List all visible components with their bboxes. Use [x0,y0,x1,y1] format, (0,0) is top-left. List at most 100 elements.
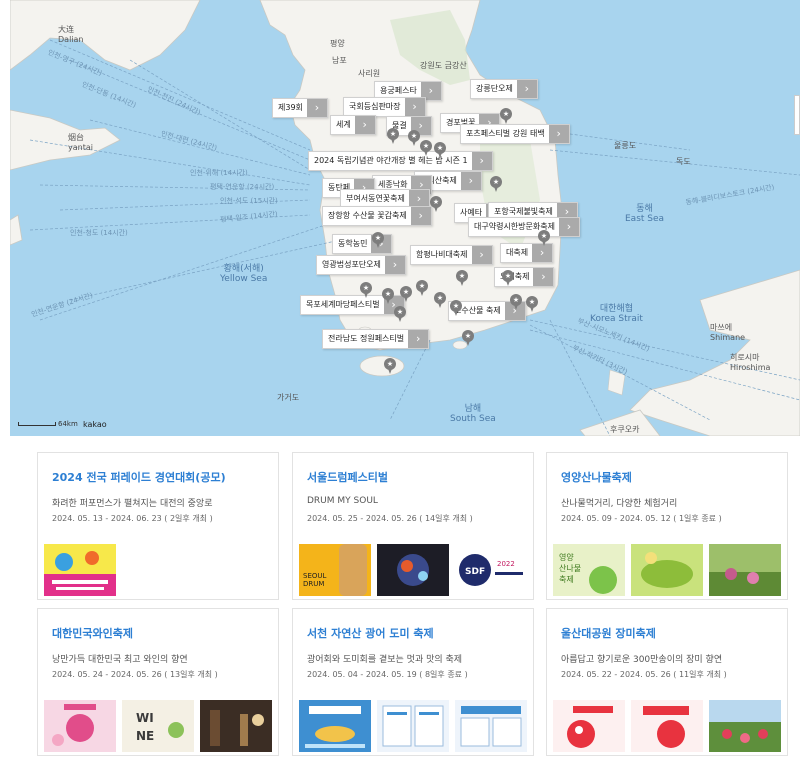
festival-label[interactable]: 2024 독립기념관 야간개장 별 헤는 밤 시즌 1 › [308,151,493,171]
marker-star-icon[interactable]: ★ [430,196,442,212]
card-title[interactable]: 서천 자연산 광어 도미 축제 [307,625,434,641]
chevron-right-icon[interactable]: › [471,246,492,264]
city-fukuoka: 후쿠오카Fukuoka [610,425,643,436]
festival-card[interactable]: 2024 전국 퍼레이드 경연대회(공모) 화려한 퍼포먼스가 펼쳐지는 대전의… [37,452,279,600]
island-dokdo: 독도 [676,157,691,166]
card-dates: 2024. 05. 25 - 2024. 05. 26 ( 14일후 개최 ) [307,514,473,523]
chevron-right-icon[interactable]: › [460,172,481,190]
festival-label[interactable]: 포츠페스티벌 강원 태백 › [460,124,570,144]
marker-star-icon[interactable]: ★ [434,292,446,308]
kakao-logo: kakao [83,420,107,429]
marker-star-icon[interactable]: ★ [360,282,372,298]
sea-south: 남해 South Sea [450,404,496,424]
festival-photo-image[interactable] [200,700,272,752]
festival-info-image[interactable] [455,700,527,752]
svg-text:NE: NE [136,729,154,743]
marker-star-icon[interactable]: ★ [538,230,550,246]
marker-star-icon[interactable]: ★ [502,270,514,286]
card-description: 아름답고 향기로운 300만송이의 장미 향연 [561,655,723,665]
festival-label[interactable]: 대축제 › [500,243,554,263]
chevron-right-icon[interactable]: › [548,125,569,143]
chevron-right-icon[interactable]: › [471,152,492,170]
festival-map[interactable]: 大连 Dalian 烟台 yantai 평양 남포 사리원 강원도 금강산 황해(서… [10,0,800,436]
marker-star-icon[interactable]: ★ [510,294,522,310]
region-gangwon-n: 강원도 금강산 [420,61,467,70]
festival-poster-image[interactable] [553,700,625,752]
festival-card[interactable]: 대한민국와인축제 낭만가득 대한민국 최고 와인의 향연 2024. 05. 2… [37,608,279,756]
festival-info-image[interactable] [377,700,449,752]
festival-poster-image[interactable] [631,700,703,752]
festival-card-list: 2024 전국 퍼레이드 경연대회(공모) 화려한 퍼포먼스가 펼쳐지는 대전의… [10,436,800,760]
festival-poster-image[interactable]: WI NE [122,700,194,752]
island-geomundo: 가거도 [277,393,300,402]
festival-label[interactable]: 영광법성포단오제 › [316,255,406,275]
festival-card[interactable]: 서울드럼페스티벌 DRUM MY SOUL 2024. 05. 25 - 202… [292,452,534,600]
festival-poster-image[interactable] [44,544,116,596]
card-dates: 2024. 05. 13 - 2024. 06. 23 ( 2일후 개최 ) [52,514,213,523]
festival-poster-image[interactable]: SEOUL DRUM [299,544,371,596]
svg-text:WI: WI [136,711,154,725]
sea-korea-strait: 대한해협 Korea Strait [590,304,643,324]
marker-star-icon[interactable]: ★ [382,288,394,304]
chevron-right-icon[interactable]: › [533,268,554,286]
festival-photo-image[interactable] [709,544,781,596]
card-title[interactable]: 영양산나물축제 [561,469,632,485]
festival-photo-image[interactable] [709,700,781,752]
festival-label[interactable]: 제39회 › [272,98,328,118]
marker-star-icon[interactable]: ★ [408,130,420,146]
festival-poster-image[interactable] [299,700,371,752]
chevron-right-icon[interactable]: › [354,116,375,134]
festival-card[interactable]: 영양산나물축제 산나물먹거리, 다양한 체험거리 2024. 05. 09 - … [546,452,788,600]
marker-star-icon[interactable]: ★ [490,176,502,192]
festival-label[interactable]: 세계 › [330,115,376,135]
card-dates: 2024. 05. 04 - 2024. 05. 19 ( 8일후 종료 ) [307,670,468,679]
marker-star-icon[interactable]: ★ [416,280,428,296]
sea-east: 동해 East Sea [625,204,665,224]
festival-poster-image[interactable]: 영양 산나물 축제 [553,544,625,596]
chevron-right-icon[interactable]: › [532,244,553,262]
zoom-control[interactable] [794,95,800,135]
card-title[interactable]: 울산대공원 장미축제 [561,625,656,641]
card-description: 산나물먹거리, 다양한 체험거리 [561,499,678,509]
festival-poster-image[interactable] [377,544,449,596]
marker-star-icon[interactable]: ★ [450,300,462,316]
festival-label[interactable]: 전라남도 정원페스티벌 › [322,329,430,349]
festival-card[interactable]: 서천 자연산 광어 도미 축제 광어회와 도미회를 곁보는 멋과 맛의 축제 2… [292,608,534,756]
card-dates: 2024. 05. 09 - 2024. 05. 12 ( 1일후 종료 ) [561,514,722,523]
festival-label[interactable]: 장항항 수산물 꽃갑축제 › [322,206,432,226]
festival-label[interactable]: 대구약령시한방문화축제 › [468,217,580,237]
marker-star-icon[interactable]: ★ [384,358,396,374]
festival-label[interactable]: 강릉단오제 › [470,79,538,99]
festival-poster-image[interactable] [631,544,703,596]
marker-star-icon[interactable]: ★ [500,108,512,124]
marker-star-icon[interactable]: ★ [372,232,384,248]
chevron-right-icon[interactable]: › [516,80,537,98]
chevron-right-icon[interactable]: › [410,207,431,225]
card-title[interactable]: 2024 전국 퍼레이드 경연대회(공모) [52,469,226,485]
chevron-right-icon[interactable]: › [306,99,327,117]
chevron-right-icon[interactable]: › [404,98,425,116]
chevron-right-icon[interactable]: › [384,256,405,274]
marker-star-icon[interactable]: ★ [456,270,468,286]
festival-label[interactable]: 함평나비대축제 › [410,245,493,265]
chevron-right-icon[interactable]: › [408,330,429,348]
marker-star-icon[interactable]: ★ [387,128,399,144]
card-title[interactable]: 대한민국와인축제 [52,625,133,641]
marker-star-icon[interactable]: ★ [526,296,538,312]
festival-poster-image[interactable] [44,700,116,752]
festival-label[interactable]: 국회등심판마장 › [343,97,426,117]
festival-poster-image[interactable]: SDF 2022 [455,544,527,596]
marker-star-icon[interactable]: ★ [434,142,446,158]
sea-yellow: 황해(서해) Yellow Sea [220,264,268,284]
route-label: 인천-청도 (14시간) [70,229,128,237]
festival-card[interactable]: 울산대공원 장미축제 아름답고 향기로운 300만송이의 장미 향연 2024.… [546,608,788,756]
marker-star-icon[interactable]: ★ [462,330,474,346]
city-sariwon: 사리원 [358,69,381,78]
chevron-right-icon[interactable]: › [558,218,579,236]
card-title[interactable]: 서울드럼페스티벌 [307,469,388,485]
marker-star-icon[interactable]: ★ [400,286,412,302]
city-nampo: 남포 [332,56,347,65]
route-label: 인천-위해 (14시간) [190,169,248,177]
marker-star-icon[interactable]: ★ [420,140,432,156]
marker-star-icon[interactable]: ★ [394,306,406,322]
